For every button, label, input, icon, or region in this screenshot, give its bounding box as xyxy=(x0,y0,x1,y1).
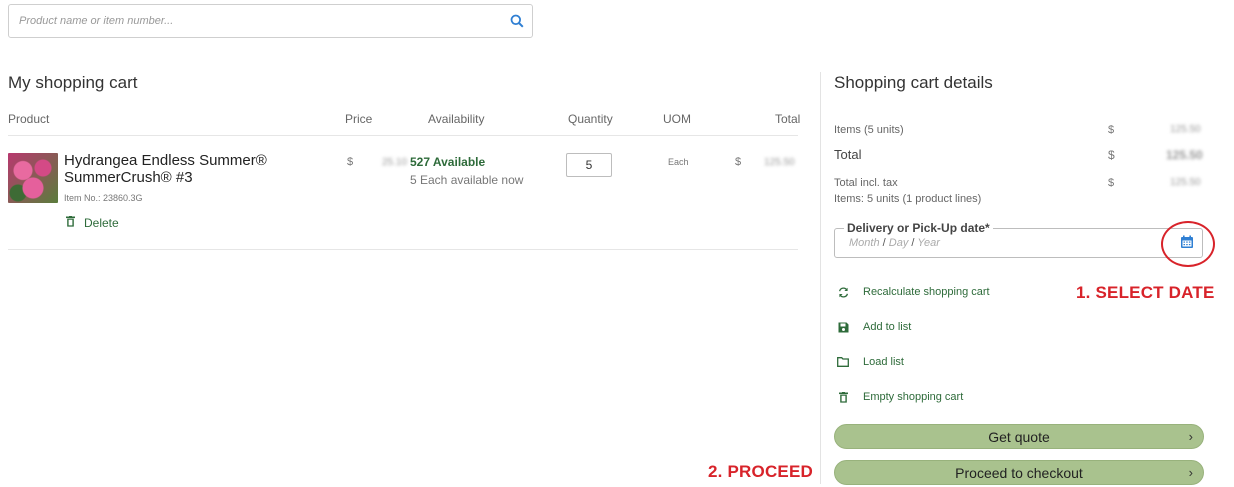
tax-currency: $ xyxy=(1108,177,1115,189)
annotation-circle xyxy=(1161,221,1215,267)
chevron-right-icon: › xyxy=(1188,465,1193,480)
total-currency: $ xyxy=(735,156,742,168)
total-currency-summary: $ xyxy=(1108,148,1115,162)
quantity-input[interactable] xyxy=(566,153,612,177)
checkout-label: Proceed to checkout xyxy=(955,464,1083,481)
annotation-select-date: 1. SELECT DATE xyxy=(1076,283,1215,302)
delete-button[interactable]: Delete xyxy=(66,216,119,230)
recalculate-button[interactable]: Recalculate shopping cart xyxy=(837,286,990,298)
availability-status: 527 Available xyxy=(410,155,486,169)
add-to-list-button[interactable]: Add to list xyxy=(837,321,911,333)
col-uom: UOM xyxy=(663,112,691,126)
row-divider xyxy=(8,249,798,250)
date-separator: / xyxy=(911,237,915,249)
col-total: Total xyxy=(775,112,801,126)
product-image[interactable] xyxy=(8,153,58,203)
product-item-number: Item No.: 23860.3G xyxy=(64,193,143,203)
trash-icon xyxy=(66,216,75,230)
items-currency: $ xyxy=(1108,124,1115,136)
search-input[interactable] xyxy=(9,5,502,37)
empty-cart-label: Empty shopping cart xyxy=(863,391,964,403)
line-total-value: 125.50 xyxy=(764,157,795,168)
col-quantity: Quantity xyxy=(568,112,613,126)
col-availability: Availability xyxy=(428,112,485,126)
details-title: Shopping cart details xyxy=(834,73,993,92)
load-list-label: Load list xyxy=(863,356,904,368)
folder-icon xyxy=(837,357,849,367)
price-currency: $ xyxy=(347,156,354,168)
uom-value: Each xyxy=(668,157,689,167)
header-divider xyxy=(8,135,798,136)
annotation-proceed: 2. PROCEED xyxy=(708,462,813,481)
items-value: 125.50 xyxy=(1170,124,1201,135)
total-tax-label: Total incl. tax xyxy=(834,177,898,189)
col-product: Product xyxy=(8,112,50,126)
date-month[interactable]: Month xyxy=(849,237,880,249)
availability-note: 5 Each available now xyxy=(410,173,524,187)
col-price: Price xyxy=(345,112,373,126)
search-icon[interactable] xyxy=(502,14,532,28)
date-day[interactable]: Day xyxy=(889,237,909,249)
add-to-list-label: Add to list xyxy=(863,321,912,333)
date-separator: / xyxy=(882,237,886,249)
date-placeholder[interactable]: Month / Day / Year xyxy=(849,237,940,249)
checkout-button[interactable]: Proceed to checkout › xyxy=(834,460,1204,485)
trash-icon xyxy=(837,391,849,403)
cart-title: My shopping cart xyxy=(8,73,138,92)
price-value: 25.10 xyxy=(382,157,408,168)
empty-cart-button[interactable]: Empty shopping cart xyxy=(837,391,963,403)
date-year[interactable]: Year xyxy=(917,237,940,249)
refresh-icon xyxy=(837,287,849,298)
date-field-label: Delivery or Pick-Up date* xyxy=(844,221,993,235)
lines-summary: Items: 5 units (1 product lines) xyxy=(834,193,982,205)
total-value: 125.50 xyxy=(1166,148,1203,162)
panel-divider xyxy=(820,72,821,484)
load-list-button[interactable]: Load list xyxy=(837,356,904,368)
save-icon xyxy=(837,322,849,333)
get-quote-label: Get quote xyxy=(988,428,1050,445)
search-bar xyxy=(8,4,533,38)
total-tax-value: 125.50 xyxy=(1170,177,1201,188)
get-quote-button[interactable]: Get quote › xyxy=(834,424,1204,449)
recalculate-label: Recalculate shopping cart xyxy=(863,286,990,298)
total-label: Total xyxy=(834,147,862,162)
delete-label: Delete xyxy=(84,216,119,230)
product-name[interactable]: Hydrangea Endless Summer® SummerCrush® #… xyxy=(64,152,324,186)
items-label: Items (5 units) xyxy=(834,124,904,136)
chevron-right-icon: › xyxy=(1188,429,1193,444)
